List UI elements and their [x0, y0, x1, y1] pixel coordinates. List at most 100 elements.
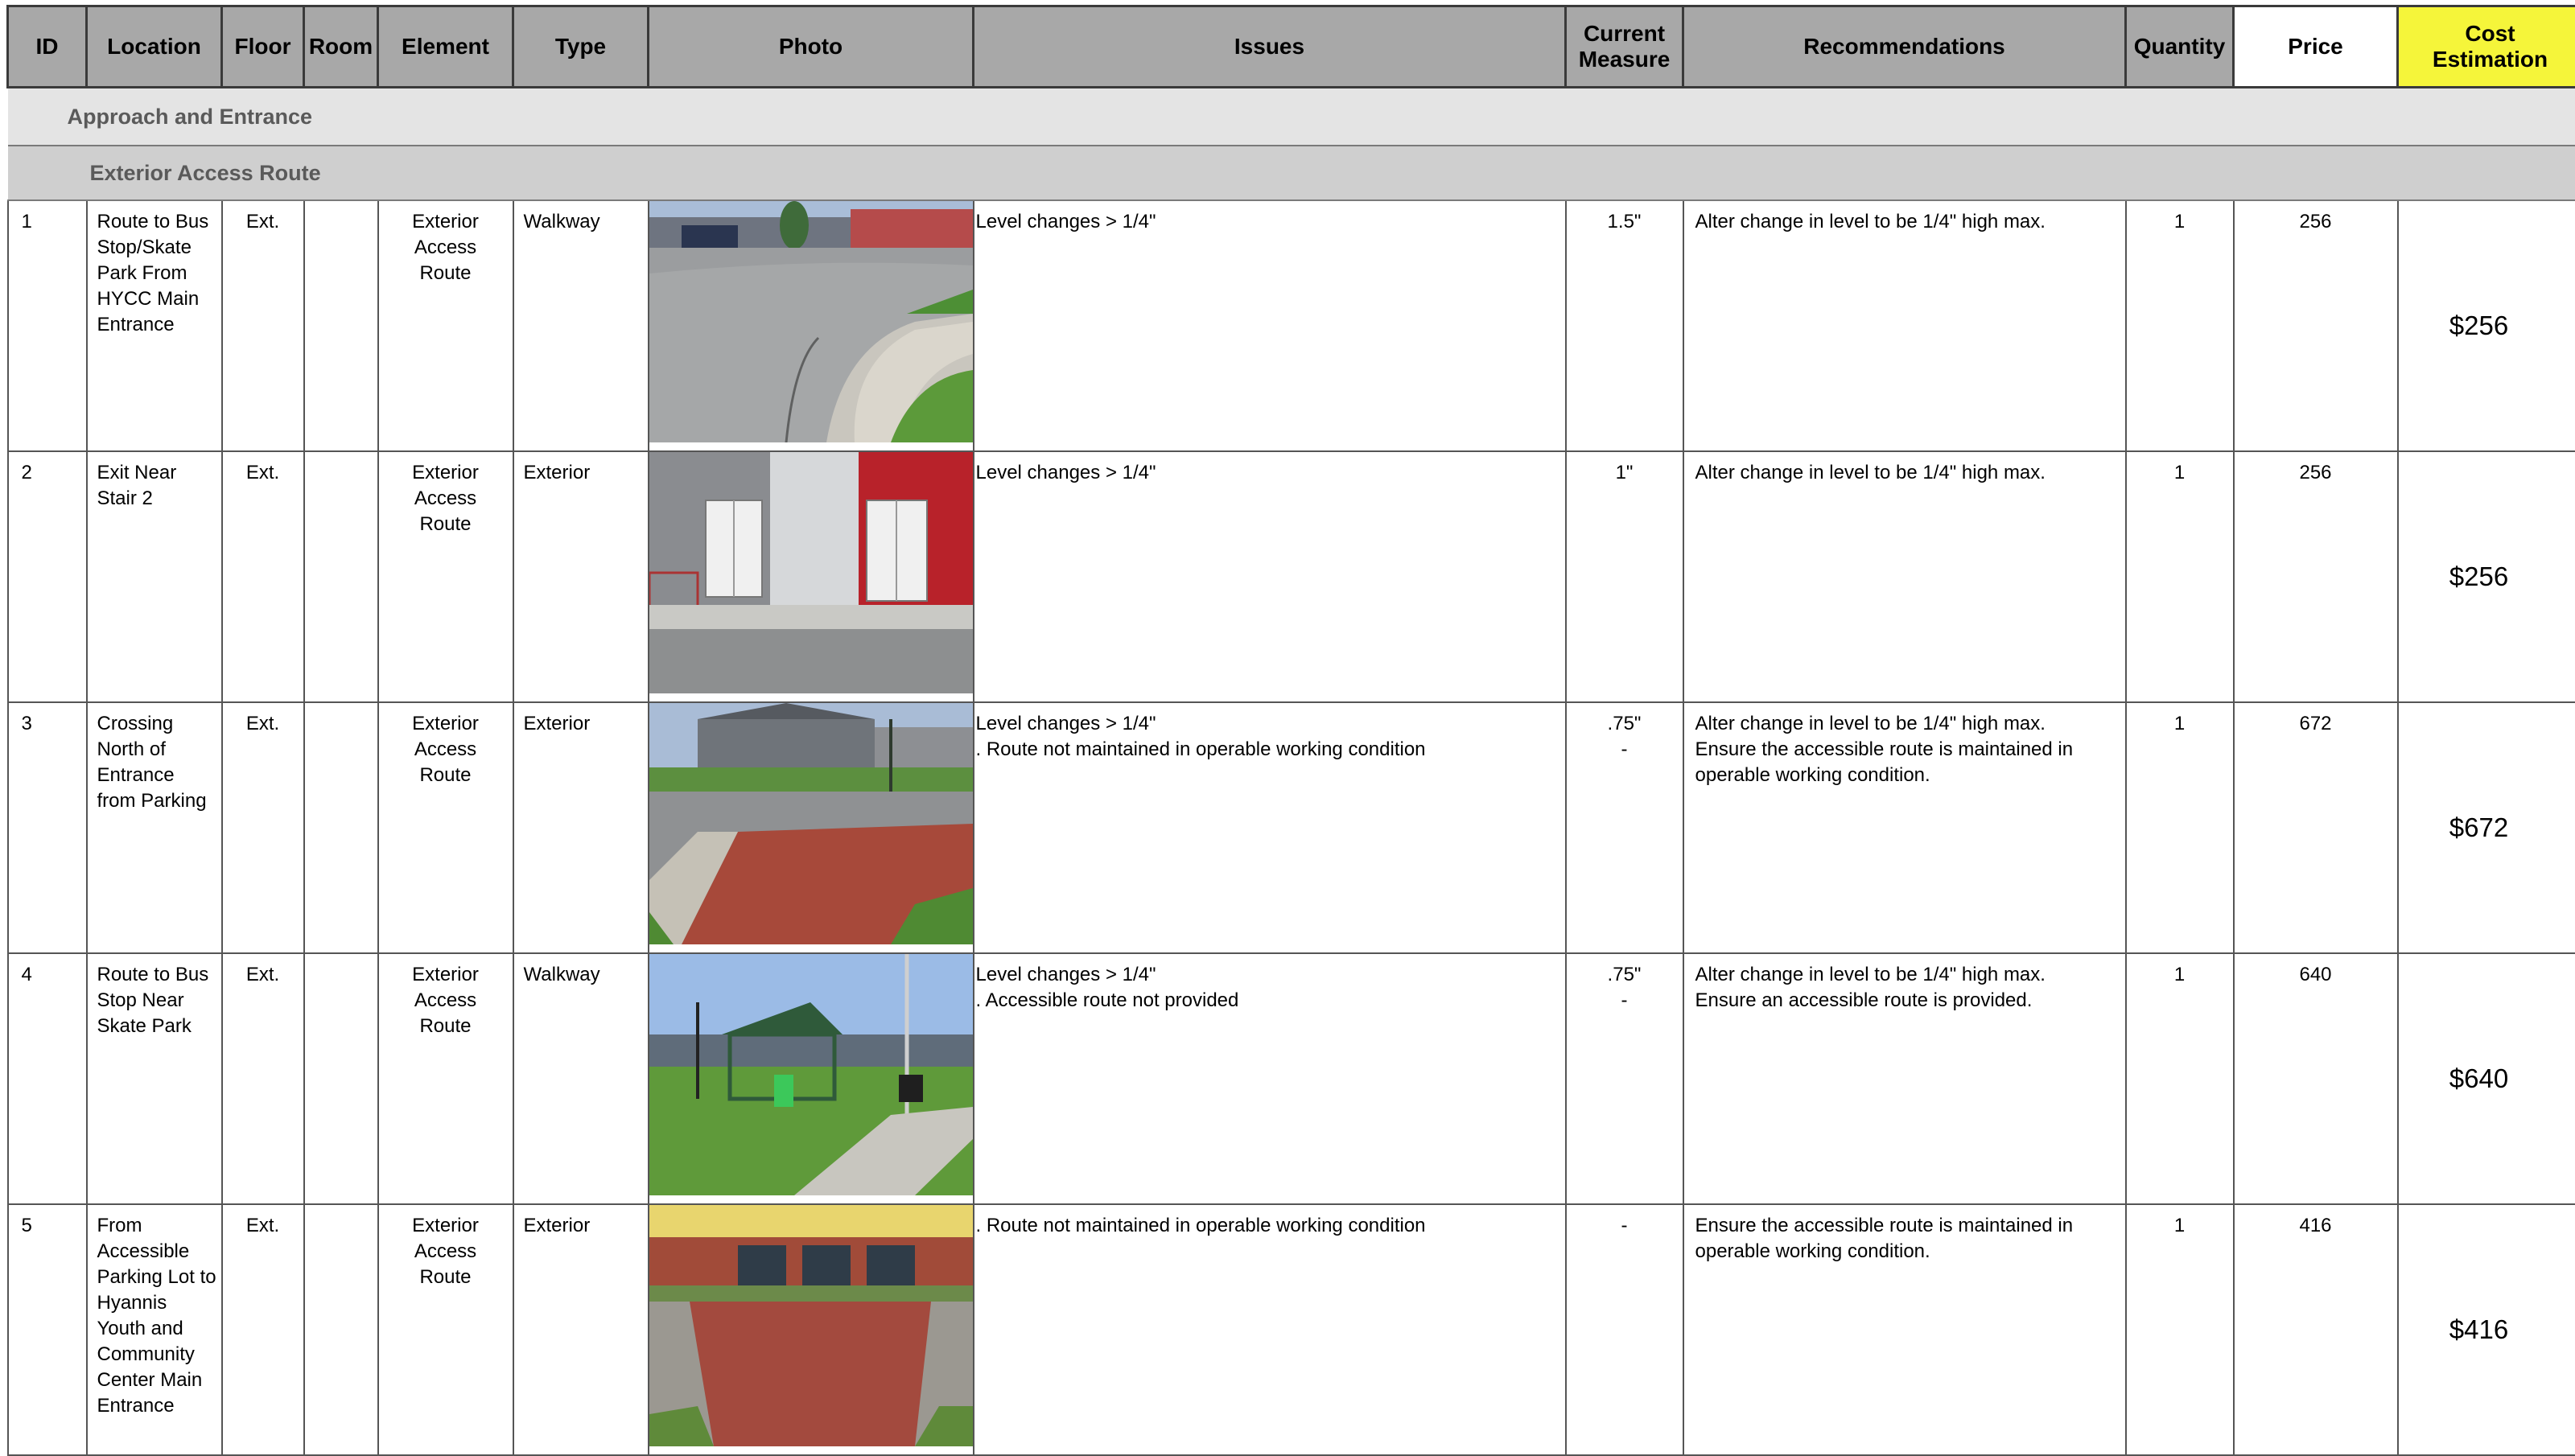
quantity-cell[interactable]: 1 — [2126, 702, 2234, 953]
issues-cell[interactable]: Level changes > 1/4". Accessible route n… — [974, 953, 1566, 1204]
header-photo[interactable]: Photo — [649, 6, 974, 88]
recommendations-cell[interactable]: Ensure the accessible route is maintaine… — [1683, 1204, 2126, 1455]
room-cell[interactable] — [304, 451, 378, 702]
id-cell[interactable]: 4 — [8, 953, 87, 1204]
issues-cell[interactable]: . Route not maintained in operable worki… — [974, 1204, 1566, 1455]
floor-value: Ext. — [223, 962, 303, 988]
header-row: ID Location Floor Room Element Type Phot… — [8, 6, 2575, 88]
type-cell[interactable]: Walkway — [513, 200, 649, 451]
header-current-measure[interactable]: Current Measure — [1566, 6, 1683, 88]
price-cell[interactable]: 256 — [2234, 451, 2398, 702]
site-photo[interactable] — [649, 954, 973, 1195]
price-cell[interactable]: 640 — [2234, 953, 2398, 1204]
room-cell[interactable] — [304, 702, 378, 953]
location-cell[interactable]: FromAccessibleParking Lot toHyannisYouth… — [87, 1204, 222, 1455]
price-cell[interactable]: 416 — [2234, 1204, 2398, 1455]
header-id[interactable]: ID — [8, 6, 87, 88]
element-line: Route — [379, 763, 513, 788]
header-quantity[interactable]: Quantity — [2126, 6, 2234, 88]
site-photo[interactable] — [649, 1205, 973, 1446]
measure-cell[interactable]: .75"- — [1566, 702, 1683, 953]
header-location[interactable]: Location — [87, 6, 222, 88]
quantity-cell[interactable]: 1 — [2126, 953, 2234, 1204]
element-cell[interactable]: ExteriorAccessRoute — [378, 702, 513, 953]
photo-cell[interactable] — [649, 702, 974, 953]
cost-cell[interactable]: $672 — [2398, 702, 2575, 953]
measure-cell[interactable]: 1.5" — [1566, 200, 1683, 451]
id-cell[interactable]: 5 — [8, 1204, 87, 1455]
photo-cell[interactable] — [649, 200, 974, 451]
header-recommendations[interactable]: Recommendations — [1683, 6, 2126, 88]
recommendations-cell[interactable]: Alter change in level to be 1/4" high ma… — [1683, 451, 2126, 702]
element-cell[interactable]: ExteriorAccessRoute — [378, 200, 513, 451]
recommendations-cell[interactable]: Alter change in level to be 1/4" high ma… — [1683, 200, 2126, 451]
site-photo[interactable] — [649, 201, 973, 442]
floor-cell[interactable]: Ext. — [222, 200, 304, 451]
site-photo[interactable] — [649, 452, 973, 693]
quantity-value: 1 — [2127, 962, 2233, 988]
quantity-cell[interactable]: 1 — [2126, 1204, 2234, 1455]
location-cell[interactable]: Exit NearStair 2 — [87, 451, 222, 702]
header-room[interactable]: Room — [304, 6, 378, 88]
subsection-title[interactable]: Exterior Access Route — [8, 146, 2575, 200]
header-issues[interactable]: Issues — [974, 6, 1566, 88]
measure-cell[interactable]: 1" — [1566, 451, 1683, 702]
element-cell[interactable]: ExteriorAccessRoute — [378, 1204, 513, 1455]
subsection-row: Exterior Access Route — [8, 146, 2575, 200]
room-cell[interactable] — [304, 953, 378, 1204]
issues-cell[interactable]: Level changes > 1/4". Route not maintain… — [974, 702, 1566, 953]
issues-cell[interactable]: Level changes > 1/4" — [974, 200, 1566, 451]
section-title[interactable]: Approach and Entrance — [8, 88, 2575, 146]
quantity-cell[interactable]: 1 — [2126, 451, 2234, 702]
location-line: Stop Near — [97, 988, 218, 1014]
price-cell[interactable]: 672 — [2234, 702, 2398, 953]
photo-cell[interactable] — [649, 953, 974, 1204]
room-cell[interactable] — [304, 200, 378, 451]
id-cell[interactable]: 3 — [8, 702, 87, 953]
location-cell[interactable]: CrossingNorth ofEntrancefrom Parking — [87, 702, 222, 953]
measure-cell[interactable]: .75"- — [1566, 953, 1683, 1204]
cost-cell[interactable]: $256 — [2398, 200, 2575, 451]
floor-value: Ext. — [223, 1213, 303, 1239]
location-cell[interactable]: Route to BusStop NearSkate Park — [87, 953, 222, 1204]
location-line: Stair 2 — [97, 486, 218, 512]
header-element[interactable]: Element — [378, 6, 513, 88]
location-line: Hyannis — [97, 1290, 218, 1316]
id-cell[interactable]: 2 — [8, 451, 87, 702]
type-cell[interactable]: Exterior — [513, 451, 649, 702]
cost-cell[interactable]: $640 — [2398, 953, 2575, 1204]
floor-cell[interactable]: Ext. — [222, 1204, 304, 1455]
header-floor[interactable]: Floor — [222, 6, 304, 88]
recommendations-cell[interactable]: Alter change in level to be 1/4" high ma… — [1683, 702, 2126, 953]
location-line: From — [97, 1213, 218, 1239]
header-cost-estimation[interactable]: Cost Estimation — [2398, 6, 2575, 88]
measure-cell[interactable]: - — [1566, 1204, 1683, 1455]
recommendations-cell[interactable]: Alter change in level to be 1/4" high ma… — [1683, 953, 2126, 1204]
cost-cell[interactable]: $256 — [2398, 451, 2575, 702]
room-cell[interactable] — [304, 1204, 378, 1455]
type-cell[interactable]: Exterior — [513, 702, 649, 953]
floor-cell[interactable]: Ext. — [222, 702, 304, 953]
header-measure-line1: Current — [1567, 21, 1682, 47]
issues-cell[interactable]: Level changes > 1/4" — [974, 451, 1566, 702]
element-cell[interactable]: ExteriorAccessRoute — [378, 451, 513, 702]
element-cell[interactable]: ExteriorAccessRoute — [378, 953, 513, 1204]
location-cell[interactable]: Route to BusStop/SkatePark FromHYCC Main… — [87, 200, 222, 451]
header-type[interactable]: Type — [513, 6, 649, 88]
photo-cell[interactable] — [649, 451, 974, 702]
type-cell[interactable]: Exterior — [513, 1204, 649, 1455]
site-photo[interactable] — [649, 703, 973, 944]
measure-line: 1.5" — [1567, 209, 1683, 235]
price-cell[interactable]: 256 — [2234, 200, 2398, 451]
cost-value: $640 — [2399, 1066, 2560, 1092]
location-line: Park From — [97, 261, 218, 286]
type-cell[interactable]: Walkway — [513, 953, 649, 1204]
quantity-cell[interactable]: 1 — [2126, 200, 2234, 451]
floor-cell[interactable]: Ext. — [222, 451, 304, 702]
cost-cell[interactable]: $416 — [2398, 1204, 2575, 1455]
location-line: Entrance — [97, 1393, 218, 1419]
id-cell[interactable]: 1 — [8, 200, 87, 451]
header-price[interactable]: Price — [2234, 6, 2398, 88]
photo-cell[interactable] — [649, 1204, 974, 1455]
floor-cell[interactable]: Ext. — [222, 953, 304, 1204]
